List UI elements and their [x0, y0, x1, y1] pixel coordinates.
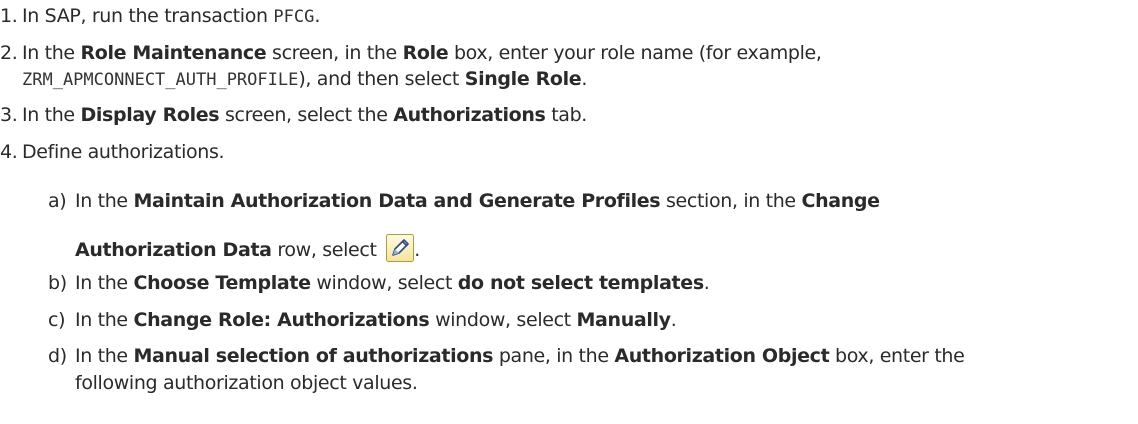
ui-term: Manual selection of authorizations	[133, 345, 494, 367]
text-run: window, select	[310, 272, 458, 294]
substep-letter: b)	[48, 272, 67, 294]
step-text: Define authorizations.	[22, 141, 225, 163]
text-run: In the	[75, 272, 134, 294]
substep-letter: a)	[48, 190, 67, 212]
text-run: In the	[22, 104, 81, 126]
ui-term: Authorization Object	[614, 345, 830, 367]
step-text: ZRM_APMCONNECT_AUTH_PROFILE), and then s…	[22, 67, 587, 92]
text-run: box, enter the	[829, 345, 965, 367]
ui-term: Role	[402, 42, 449, 64]
ui-term: Change	[801, 190, 880, 212]
text-run: pane, in the	[493, 345, 615, 367]
text-run: row, select	[271, 239, 383, 261]
text-run: screen, select the	[219, 104, 394, 126]
text-run: box, enter your role name (for example,	[448, 42, 822, 64]
ui-term: Authorization Data	[75, 239, 272, 261]
text-run: screen, in the	[266, 42, 403, 64]
ui-term: Manually	[576, 309, 671, 331]
text-run: window, select	[429, 309, 577, 331]
substep-text: In the Manual selection of authorization…	[75, 344, 965, 368]
text-run: In the	[22, 42, 81, 64]
text-run: .	[703, 272, 710, 294]
step-text: In SAP, run the transaction PFCG.	[22, 4, 320, 29]
pencil-icon	[386, 234, 415, 262]
substep-letter: c)	[48, 309, 66, 331]
text-run: ), and then select	[298, 68, 465, 90]
ui-term: Display Roles	[80, 104, 220, 126]
text-run: tab.	[545, 104, 587, 126]
substep-letter: d)	[48, 345, 67, 367]
text-run: In SAP, run the transaction	[22, 5, 274, 27]
instructions-document: 1. In SAP, run the transaction PFCG. 2. …	[0, 0, 1138, 424]
substep-text: In the Maintain Authorization Data and G…	[75, 189, 880, 213]
text-run: In the	[75, 309, 134, 331]
ui-term: Single Role	[464, 68, 582, 90]
text-run: .	[670, 309, 677, 331]
role-name-example: ZRM_APMCONNECT_AUTH_PROFILE	[22, 70, 299, 90]
substep-text: Authorization Data row, select .	[75, 234, 420, 262]
ui-term: Role Maintenance	[80, 42, 267, 64]
text-run: In the	[75, 345, 134, 367]
ui-term: Choose Template	[133, 272, 311, 294]
step-text: In the Role Maintenance screen, in the R…	[22, 41, 822, 65]
transaction-code: PFCG	[273, 7, 315, 27]
ui-term: Authorizations	[393, 104, 546, 126]
step-text: In the Display Roles screen, select the …	[22, 103, 587, 127]
ui-term: Maintain Authorization Data and Generate…	[133, 190, 661, 212]
ui-term: Change Role: Authorizations	[133, 309, 430, 331]
substep-text: following authorization object values.	[75, 372, 418, 394]
text-run: section, in the	[660, 190, 802, 212]
substep-text: In the Choose Template window, select do…	[75, 271, 710, 295]
text-run: .	[414, 239, 420, 261]
text-run: .	[581, 68, 588, 90]
ui-term: do not select templates	[457, 272, 704, 294]
substep-text: In the Change Role: Authorizations windo…	[75, 308, 677, 332]
text-run: In the	[75, 190, 134, 212]
text-run: .	[314, 5, 321, 27]
